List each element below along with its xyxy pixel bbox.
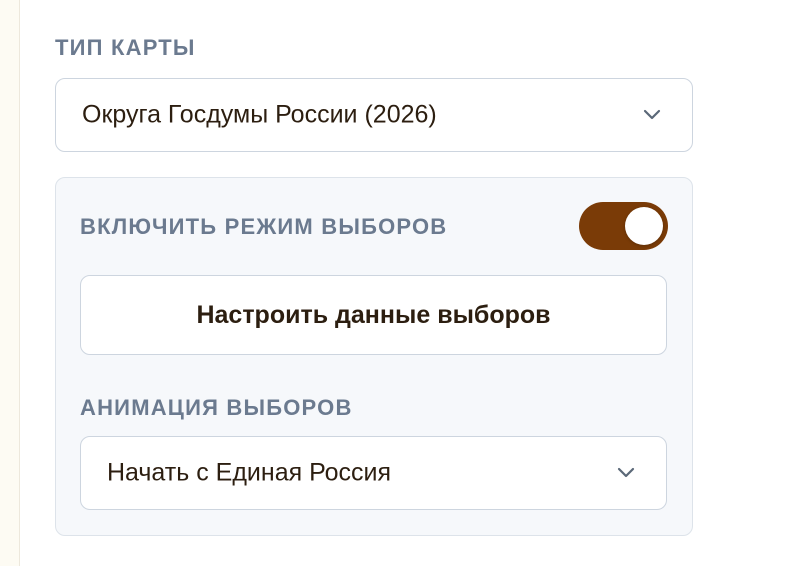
configure-election-data-button[interactable]: Настроить данные выборов — [80, 275, 667, 355]
election-animation-label: АНИМАЦИЯ ВЫБОРОВ — [80, 395, 353, 420]
chevron-down-icon — [643, 109, 661, 120]
sidebar-edge — [0, 0, 20, 566]
toggle-knob — [625, 207, 663, 245]
election-mode-toggle-label: ВКЛЮЧИТЬ РЕЖИМ ВЫБОРОВ — [80, 214, 448, 239]
map-type-label: ТИП КАРТЫ — [55, 35, 196, 60]
map-type-select[interactable]: Округа Госдумы России (2026) — [55, 78, 693, 152]
election-animation-select[interactable]: Начать с Единая Россия — [80, 436, 667, 510]
chevron-down-icon — [617, 467, 635, 478]
election-animation-select-value: Начать с Единая Россия — [107, 458, 392, 487]
election-mode-toggle[interactable] — [579, 202, 668, 250]
map-type-select-value: Округа Госдумы России (2026) — [82, 100, 437, 129]
